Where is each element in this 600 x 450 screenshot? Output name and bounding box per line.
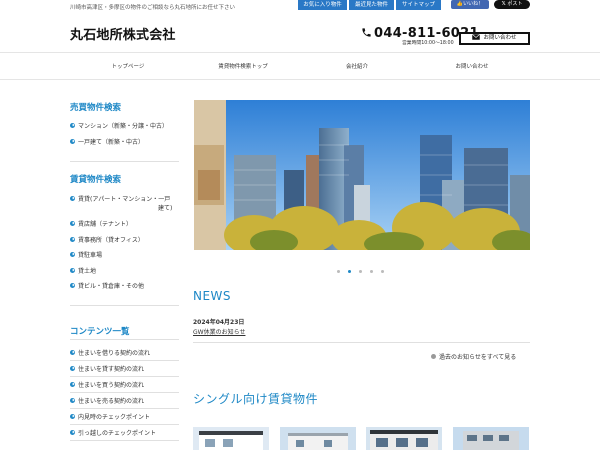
news-divider — [193, 342, 530, 343]
sidebar-divider — [70, 161, 179, 162]
sidebar-item-mansion[interactable]: マンション（新築・分譲・中古） — [70, 121, 168, 130]
contents-heading: コンテンツ一覧 — [70, 327, 130, 337]
chevron-right-icon — [70, 139, 75, 144]
sidebar-divider — [70, 305, 179, 306]
slider-dot[interactable] — [337, 270, 340, 273]
chevron-right-icon — [70, 414, 75, 419]
sidebar-item-lease-flow[interactable]: 住まいを貸す契約の流れ — [70, 364, 144, 373]
chevron-right-icon — [70, 283, 75, 288]
sidebar-divider — [70, 440, 179, 441]
chevron-right-icon — [70, 430, 75, 435]
nav-divider-top — [0, 52, 600, 53]
property-thumbnail[interactable] — [453, 427, 529, 450]
sidebar-item-land[interactable]: 貸土地 — [70, 266, 96, 275]
sidebar-divider — [70, 339, 179, 340]
nav-item-top[interactable]: トップページ — [78, 62, 178, 70]
chevron-right-icon — [70, 268, 75, 273]
sitemap-link[interactable]: サイトマップ — [396, 0, 441, 10]
sidebar-divider — [70, 408, 179, 409]
property-thumbnail[interactable] — [366, 427, 442, 450]
hero-slider-image[interactable] — [194, 100, 530, 250]
mail-icon — [472, 34, 481, 40]
chevron-right-icon — [70, 366, 75, 371]
chevron-right-icon — [70, 382, 75, 387]
sales-search-heading: 売買物件検索 — [70, 103, 122, 113]
news-date: 2024年04月23日 — [193, 319, 245, 326]
all-news-link[interactable]: 過去のお知らせをすべて見る — [431, 352, 516, 361]
x-post-button[interactable]: 𝕏 ポスト — [494, 0, 530, 9]
sidebar-item-rent-flow[interactable]: 住まいを借りる契約の流れ — [70, 348, 150, 357]
sidebar-item-moving-checkpoints[interactable]: 引っ越しのチェックポイント — [70, 428, 156, 437]
property-thumbnail[interactable] — [193, 427, 269, 450]
single-rentals-heading: シングル向け賃貸物件 — [193, 392, 319, 406]
chevron-right-icon — [70, 398, 75, 403]
slider-dot[interactable] — [359, 270, 362, 273]
nav-item-company[interactable]: 会社紹介 — [307, 62, 407, 70]
sidebar-item-rental-apartment-cont[interactable]: 建て) — [158, 203, 172, 212]
business-hours: 営業時間10:00～18:00 — [402, 41, 454, 46]
site-tagline: 川崎市高津区・多摩区の物件のご相談なら丸石地所にお任せ下さい — [70, 5, 236, 11]
sidebar-item-rental-apartment[interactable]: 賃貸(アパート・マンション・一戸 — [70, 194, 170, 203]
chevron-right-icon — [70, 237, 75, 242]
sidebar-item-sell-flow[interactable]: 住まいを売る契約の流れ — [70, 396, 144, 405]
slider-dot[interactable] — [381, 270, 384, 273]
sidebar-divider — [70, 392, 179, 393]
sidebar-divider — [70, 360, 179, 361]
sidebar-item-rental-store[interactable]: 賃店舗（テナント） — [70, 219, 132, 228]
favorites-link[interactable]: お気に入り物件 — [298, 0, 347, 10]
chevron-right-icon — [70, 252, 75, 257]
chevron-right-icon — [70, 350, 75, 355]
facebook-like-button[interactable]: 👍いいね！ — [451, 0, 489, 9]
property-thumbnail[interactable] — [280, 427, 356, 450]
site-title[interactable]: 丸石地所株式会社 — [70, 24, 176, 43]
sidebar-divider — [70, 424, 179, 425]
phone-icon — [362, 28, 371, 37]
nav-divider-bottom — [0, 79, 600, 80]
chevron-right-icon — [70, 123, 75, 128]
sidebar-item-house[interactable]: 一戸建て（新築・中古） — [70, 137, 144, 146]
news-heading: NEWS — [193, 289, 232, 303]
chevron-right-icon — [70, 221, 75, 226]
recently-viewed-link[interactable]: 最近見た物件 — [349, 0, 394, 10]
sidebar-item-parking[interactable]: 貸駐車場 — [70, 250, 102, 259]
chevron-right-icon — [70, 196, 75, 201]
slider-dot-active[interactable] — [348, 270, 351, 273]
sidebar-item-buy-flow[interactable]: 住まいを買う契約の流れ — [70, 380, 144, 389]
contact-button[interactable]: お問い合わせ — [459, 32, 530, 45]
sidebar-item-building[interactable]: 貸ビル・貸倉庫・その他 — [70, 281, 144, 290]
nav-item-rental-search[interactable]: 賃貸物件検索トップ — [193, 62, 293, 70]
sidebar-divider — [70, 376, 179, 377]
nav-item-contact[interactable]: お問い合わせ — [422, 62, 522, 70]
rental-search-heading: 賃貸物件検索 — [70, 175, 122, 185]
city-buildings-photo — [194, 100, 530, 250]
slider-pagination — [337, 258, 392, 277]
slider-dot[interactable] — [370, 270, 373, 273]
sidebar-item-rental-office[interactable]: 賃事務所（貸オフィス） — [70, 235, 144, 244]
news-item-link[interactable]: GW休業のお知らせ — [193, 327, 245, 336]
chevron-right-icon — [431, 354, 436, 359]
sidebar-item-viewing-checkpoints[interactable]: 内見時のチェックポイント — [70, 412, 150, 421]
